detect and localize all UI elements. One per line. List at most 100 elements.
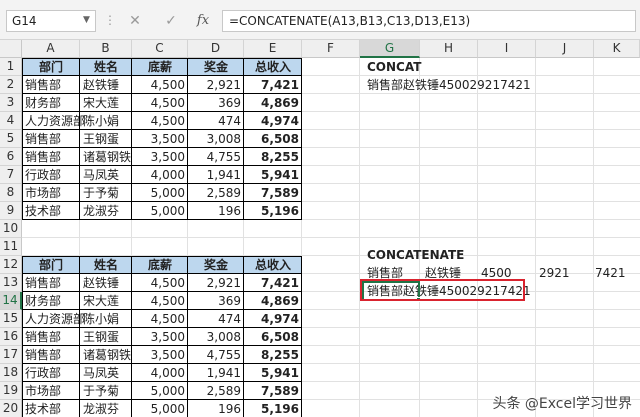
table-header-cell[interactable]: 奖金	[188, 58, 244, 76]
row-header-17[interactable]: 17	[0, 346, 22, 364]
row-header-11[interactable]: 11	[0, 238, 22, 256]
row-header-5[interactable]: 5	[0, 130, 22, 148]
table-cell[interactable]: 销售部	[22, 346, 64, 364]
table-cell[interactable]: 3,500	[132, 130, 188, 148]
row-header-6[interactable]: 6	[0, 148, 22, 166]
table-cell[interactable]: 销售部	[22, 328, 64, 346]
table-cell[interactable]: 2,921	[188, 76, 244, 94]
table-cell[interactable]: 3,500	[132, 346, 188, 364]
row-header-18[interactable]: 18	[0, 364, 22, 382]
table-cell[interactable]: 王钢蛋	[80, 328, 132, 346]
table-header-cell[interactable]: 底薪	[132, 58, 188, 76]
table-cell[interactable]: 196	[188, 400, 244, 417]
table-cell[interactable]: 宋大莲	[80, 94, 132, 112]
table-cell[interactable]: 6,508	[244, 130, 302, 148]
insert-function-icon[interactable]: fx	[190, 10, 216, 32]
table-cell[interactable]: 4,000	[132, 364, 188, 382]
cell-j13[interactable]: 2921	[536, 264, 573, 282]
table-cell[interactable]: 474	[188, 310, 244, 328]
table-cell[interactable]: 5,196	[244, 400, 302, 417]
row-header-13[interactable]: 13	[0, 274, 22, 292]
cancel-icon[interactable]: ✕	[122, 10, 148, 32]
name-box[interactable]: G14 ▼	[6, 10, 96, 32]
table-cell[interactable]: 4,974	[244, 310, 302, 328]
table-cell[interactable]: 王钢蛋	[80, 130, 132, 148]
table-cell[interactable]: 8,255	[244, 346, 302, 364]
table-header-cell[interactable]: 奖金	[188, 256, 244, 274]
table-cell[interactable]: 5,941	[244, 166, 302, 184]
table-cell[interactable]: 陈小娟	[80, 112, 132, 130]
table-cell[interactable]: 3,500	[132, 328, 188, 346]
table-cell[interactable]: 7,589	[244, 184, 302, 202]
table-cell[interactable]: 宋大莲	[80, 292, 132, 310]
row-header-14[interactable]: 14	[0, 292, 22, 310]
table-cell[interactable]: 龙淑芬	[80, 400, 132, 417]
table-cell[interactable]: 8,255	[244, 148, 302, 166]
row-header-7[interactable]: 7	[0, 166, 22, 184]
column-header-b[interactable]: B	[80, 40, 132, 58]
column-header-j[interactable]: J	[536, 40, 594, 58]
table-cell[interactable]: 5,000	[132, 382, 188, 400]
table-cell[interactable]: 5,196	[244, 202, 302, 220]
table-cell[interactable]: 2,589	[188, 382, 244, 400]
row-header-19[interactable]: 19	[0, 382, 22, 400]
table-header-cell[interactable]: 部门	[22, 58, 80, 76]
table-cell[interactable]: 4,500	[132, 310, 188, 328]
table-cell[interactable]: 销售部	[22, 76, 64, 94]
table-cell[interactable]: 5,941	[244, 364, 302, 382]
table-cell[interactable]: 369	[188, 292, 244, 310]
row-header-1[interactable]: 1	[0, 58, 22, 76]
column-header-f[interactable]: F	[302, 40, 360, 58]
table-cell[interactable]: 龙淑芬	[80, 202, 132, 220]
row-header-10[interactable]: 10	[0, 220, 22, 238]
table-header-cell[interactable]: 总收入	[244, 58, 302, 76]
concat-result[interactable]: 销售部赵铁锤450029217421	[364, 76, 534, 94]
table-cell[interactable]: 诸葛钢铁	[80, 148, 132, 166]
chevron-down-icon[interactable]: ▼	[83, 15, 91, 27]
table-cell[interactable]: 196	[188, 202, 244, 220]
table-cell[interactable]: 技术部	[22, 202, 64, 220]
table-cell[interactable]: 4,974	[244, 112, 302, 130]
table-cell[interactable]: 市场部	[22, 184, 64, 202]
table-cell[interactable]: 369	[188, 94, 244, 112]
table-cell[interactable]: 5,000	[132, 400, 188, 417]
table-cell[interactable]: 于予菊	[80, 382, 132, 400]
table-cell[interactable]: 陈小娟	[80, 310, 132, 328]
table-cell[interactable]: 4,000	[132, 166, 188, 184]
table-cell[interactable]: 4,869	[244, 94, 302, 112]
table-cell[interactable]: 4,500	[132, 112, 188, 130]
table-cell[interactable]: 4,755	[188, 346, 244, 364]
formula-input[interactable]: =CONCATENATE(A13,B13,C13,D13,E13)	[222, 10, 636, 32]
table-cell[interactable]: 5,000	[132, 184, 188, 202]
table-cell[interactable]: 马凤英	[80, 166, 132, 184]
column-header-k[interactable]: K	[594, 40, 640, 58]
table-cell[interactable]: 技术部	[22, 400, 64, 417]
row-header-2[interactable]: 2	[0, 76, 22, 94]
table-cell[interactable]: 5,000	[132, 202, 188, 220]
row-header-9[interactable]: 9	[0, 202, 22, 220]
table-cell[interactable]: 4,755	[188, 148, 244, 166]
table-cell[interactable]: 1,941	[188, 364, 244, 382]
table-cell[interactable]: 于予菊	[80, 184, 132, 202]
row-header-16[interactable]: 16	[0, 328, 22, 346]
column-header-c[interactable]: C	[132, 40, 188, 58]
table-cell[interactable]: 7,421	[244, 274, 302, 292]
column-header-g[interactable]: G	[360, 40, 420, 58]
table-cell[interactable]: 销售部	[22, 274, 64, 292]
column-header-h[interactable]: H	[420, 40, 478, 58]
table-cell[interactable]: 马凤英	[80, 364, 132, 382]
table-header-cell[interactable]: 底薪	[132, 256, 188, 274]
table-cell[interactable]: 财务部	[22, 292, 64, 310]
column-header-e[interactable]: E	[244, 40, 302, 58]
table-cell[interactable]: 行政部	[22, 166, 64, 184]
table-cell[interactable]: 7,589	[244, 382, 302, 400]
enter-icon[interactable]: ✓	[158, 10, 184, 32]
table-cell[interactable]: 4,500	[132, 292, 188, 310]
table-cell[interactable]: 4,500	[132, 76, 188, 94]
table-header-cell[interactable]: 部门	[22, 256, 80, 274]
select-all-corner[interactable]	[0, 40, 22, 58]
row-header-4[interactable]: 4	[0, 112, 22, 130]
table-cell[interactable]: 474	[188, 112, 244, 130]
table-cell[interactable]: 销售部	[22, 130, 64, 148]
column-header-a[interactable]: A	[22, 40, 80, 58]
